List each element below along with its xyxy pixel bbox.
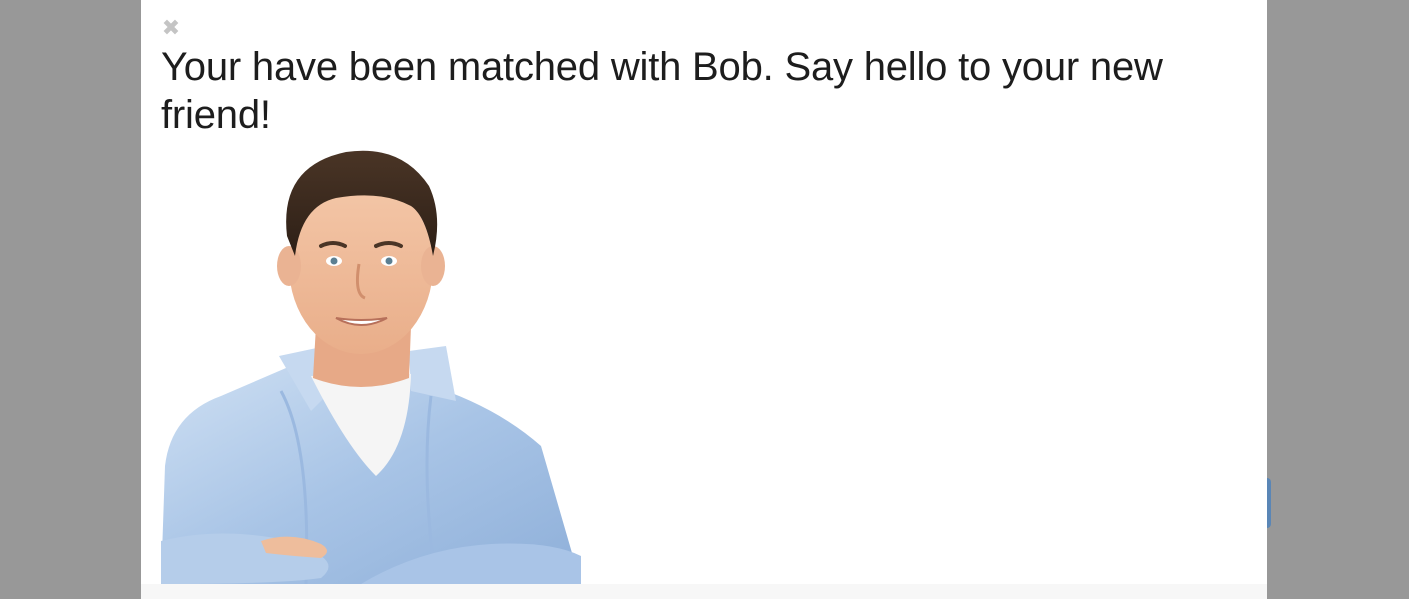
modal-footer-strip <box>141 584 1267 599</box>
head <box>277 150 445 354</box>
match-modal: ✖ Your have been matched with Bob. Say h… <box>141 0 1267 599</box>
match-profile-photo <box>161 150 581 584</box>
close-icon[interactable]: ✖ <box>161 18 181 40</box>
modal-title: Your have been matched with Bob. Say hel… <box>161 45 1163 137</box>
